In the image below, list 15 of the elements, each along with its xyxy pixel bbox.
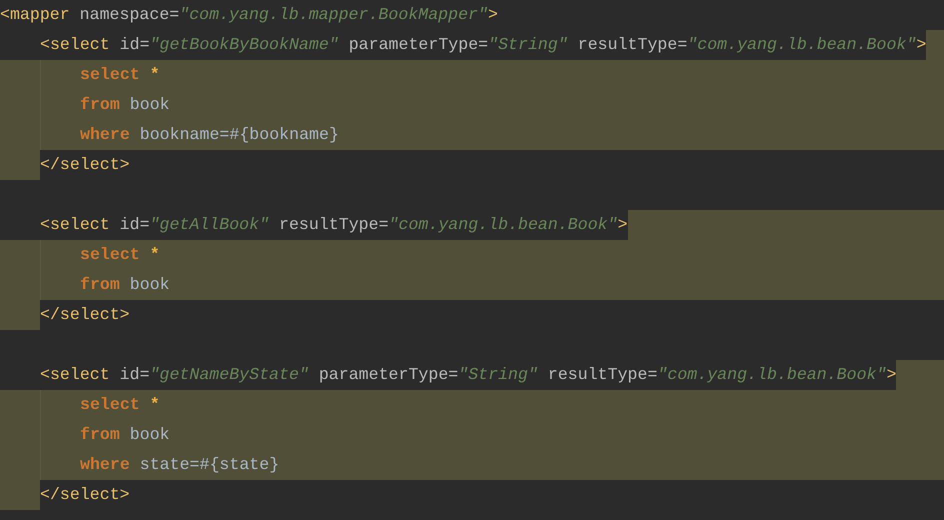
code-line: </select> (40, 484, 130, 506)
code-line: <select id="getBookByBookName" parameterType="String" resultType="com.yang.lb.bean.Book"> (40, 34, 926, 56)
code-line: from book (80, 424, 170, 446)
code-line: select * (80, 394, 160, 416)
code-line: from book (80, 94, 170, 116)
code-line: where bookname=#{bookname} (80, 124, 339, 146)
code-line: from book (80, 274, 170, 296)
code-line: select * (80, 244, 160, 266)
code-line: select * (80, 64, 160, 86)
code-line: where state=#{state} (80, 454, 280, 476)
code-line: </select> (40, 304, 130, 326)
code-line: <select id="getNameByState" parameterType="String" resultType="com.yang.lb.bean.Book"> (40, 364, 896, 386)
code-line: </select> (40, 154, 130, 176)
code-line: <select id="getAllBook" resultType="com.yang.lb.bean.Book"> (40, 214, 628, 236)
code-line: <mapper namespace="com.yang.lb.mapper.BookMapper"> (0, 4, 498, 26)
